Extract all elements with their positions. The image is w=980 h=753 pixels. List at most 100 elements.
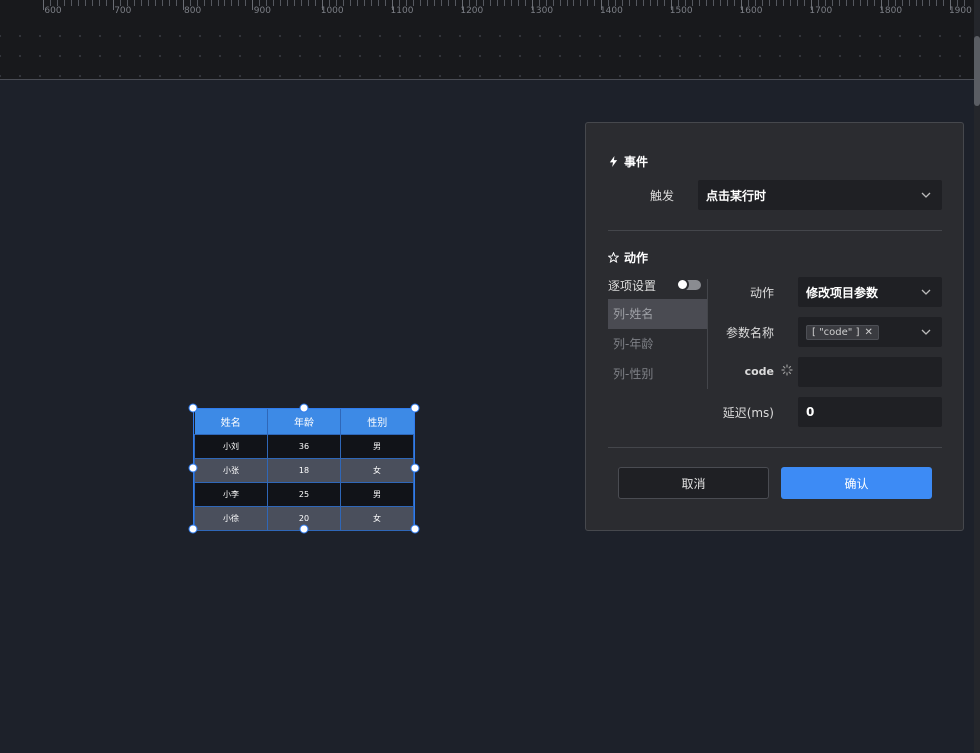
resize-handle-bottom-left[interactable] [188, 524, 198, 534]
column-item-age[interactable]: 列-年龄 [608, 329, 707, 359]
table-row[interactable]: 小刘 36 男 [194, 433, 414, 459]
param-name-label: 参数名称 [725, 326, 774, 340]
action-select[interactable]: 修改项目参数 [798, 277, 942, 307]
ruler-label: 700 [114, 6, 132, 16]
column-item-name[interactable]: 列-姓名 [608, 299, 707, 329]
ruler-label: 1600 [739, 6, 763, 16]
ruler-minor-tick [433, 0, 435, 6]
action-label: 动作 [749, 286, 774, 300]
ruler-minor-tick [294, 0, 296, 6]
column-list: 列-姓名 列-年龄 列-性别 [608, 299, 707, 389]
ruler-minor-tick [761, 0, 763, 6]
ruler-minor-tick [803, 0, 805, 6]
resize-handle-bottom-right[interactable] [410, 524, 420, 534]
ruler-minor-tick [496, 0, 498, 6]
ruler-minor-tick [615, 0, 617, 6]
table-header-row: 姓名 年龄 性别 [194, 409, 414, 434]
ruler-minor-tick [308, 0, 310, 6]
resize-handle-left[interactable] [188, 463, 198, 473]
scrollbar-thumb[interactable] [974, 36, 980, 106]
ruler-minor-tick [943, 0, 945, 6]
ruler-minor-tick [336, 0, 338, 6]
table-cell: 小刘 [194, 433, 268, 459]
footer-divider [608, 447, 942, 448]
column-list-divider [707, 279, 708, 389]
delay-input[interactable]: 0 [798, 397, 942, 427]
ruler-minor-tick [838, 0, 840, 6]
ruler-minor-tick [629, 0, 631, 6]
ruler-minor-tick [503, 0, 505, 6]
ruler-minor-tick [77, 0, 79, 6]
ruler-minor-tick [922, 0, 924, 6]
ruler-minor-tick [936, 0, 938, 6]
resize-handle-top-left[interactable] [188, 403, 198, 413]
ruler-minor-tick [915, 0, 917, 6]
ruler-minor-tick [643, 0, 645, 6]
ruler-label: 1800 [879, 6, 903, 16]
ruler-minor-tick [587, 0, 589, 6]
ruler-minor-tick [573, 0, 575, 6]
resize-handle-top[interactable] [299, 403, 309, 413]
ruler-minor-tick [720, 0, 722, 6]
table-row[interactable]: 小李 25 男 [194, 481, 414, 507]
table-header-cell: 性别 [340, 409, 414, 434]
ruler-minor-tick [754, 0, 756, 6]
ruler-minor-tick [447, 0, 449, 6]
ruler-label: 800 [184, 6, 202, 16]
table-cell: 18 [267, 457, 341, 483]
table-widget[interactable]: 姓名 年龄 性别 小刘 36 男 小张 18 女 小李 25 男 小徐 20 女 [193, 408, 415, 531]
param-tag-text: [ "code" ] [812, 326, 860, 338]
per-item-toggle[interactable] [676, 278, 701, 291]
ruler-minor-tick [706, 0, 708, 6]
column-item-gender[interactable]: 列-性别 [608, 359, 707, 389]
table-cell: 36 [267, 433, 341, 459]
event-title: 事件 [624, 155, 649, 169]
ruler-minor-tick [154, 0, 156, 6]
ruler-minor-tick [929, 0, 931, 6]
vertical-scrollbar[interactable] [974, 0, 980, 753]
ruler-minor-tick [133, 0, 135, 6]
table-cell: 25 [267, 481, 341, 507]
ruler-minor-tick [775, 0, 777, 6]
ruler-minor-tick [580, 0, 582, 6]
ruler-minor-tick [426, 0, 428, 6]
ruler-minor-tick [678, 0, 680, 6]
ruler-minor-tick [287, 0, 289, 6]
table-cell: 女 [340, 457, 414, 483]
ruler-minor-tick [789, 0, 791, 6]
ruler-minor-tick [70, 0, 72, 6]
ruler-minor-tick [782, 0, 784, 6]
ruler-scale: 600 700 800 900 1000 1100 1200 1300 1400 1500 1600… [0, 0, 974, 22]
event-config-dialog: 事件 触发 点击某行时 动作 逐项设置 列-姓名 列-年龄 列-性别 动作 修改… [585, 122, 964, 531]
ruler-minor-tick [559, 0, 561, 6]
ruler-minor-tick [692, 0, 694, 6]
ruler-minor-tick [482, 0, 484, 6]
trigger-select[interactable]: 点击某行时 [698, 180, 942, 210]
ruler-minor-tick [594, 0, 596, 6]
ruler-minor-tick [650, 0, 652, 6]
resize-handle-right[interactable] [410, 463, 420, 473]
table-cell: 男 [340, 481, 414, 507]
table-cell: 小李 [194, 481, 268, 507]
trigger-label: 触发 [649, 189, 674, 203]
ruler-minor-tick [147, 0, 149, 6]
tag-close-icon[interactable]: ✕ [864, 327, 872, 338]
canvas-ruler: 600 700 800 900 1000 1100 1200 1300 1400 1500 1600… [0, 0, 974, 80]
ruler-label: 1100 [390, 6, 414, 16]
ruler-minor-tick [175, 0, 177, 6]
action-value: 修改项目参数 [806, 285, 879, 300]
ruler-minor-tick [468, 0, 470, 6]
ruler-minor-tick [713, 0, 715, 6]
ruler-minor-tick [510, 0, 512, 6]
resize-handle-bottom[interactable] [299, 524, 309, 534]
ruler-minor-tick [524, 0, 526, 6]
ruler-minor-tick [84, 0, 86, 6]
ruler-minor-tick [161, 0, 163, 6]
code-input[interactable] [798, 357, 942, 387]
table-row[interactable]: 小张 18 女 [194, 457, 414, 483]
resize-handle-top-right[interactable] [410, 403, 420, 413]
cancel-button[interactable]: 取消 [618, 467, 769, 499]
star-icon [608, 252, 619, 263]
confirm-button[interactable]: 确认 [781, 467, 932, 499]
param-name-select[interactable]: [ "code" ] ✕ [798, 317, 942, 347]
